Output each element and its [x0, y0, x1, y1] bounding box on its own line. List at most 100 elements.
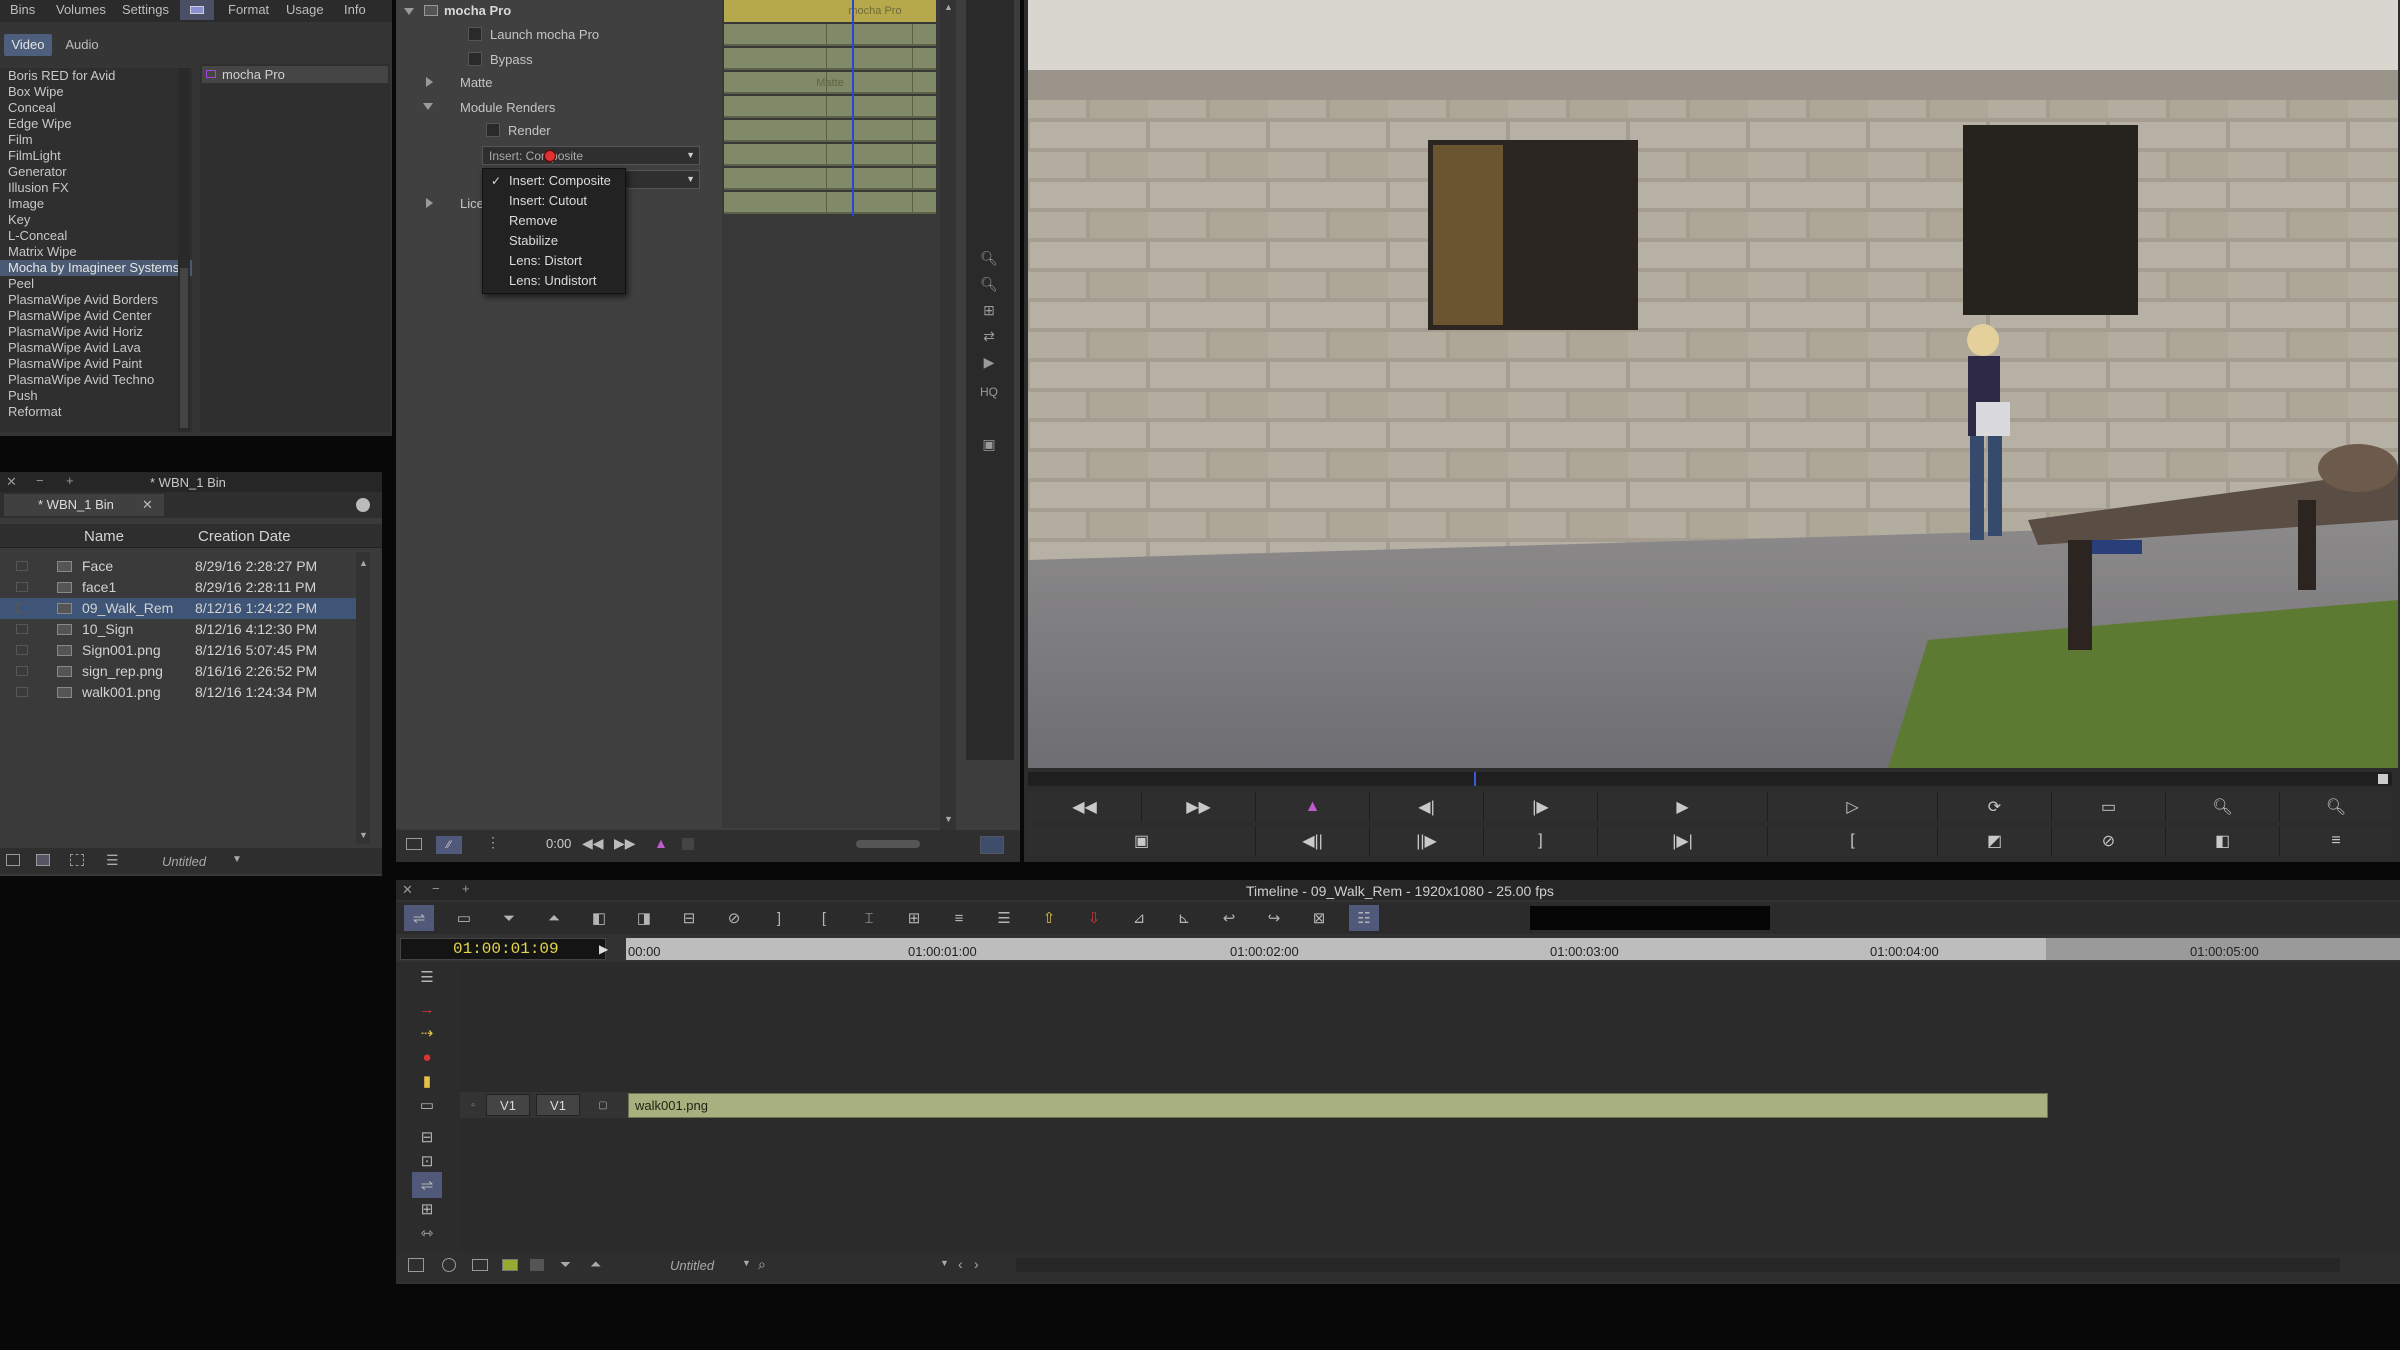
bin-row[interactable]: 09_Walk_Rem 8/12/16 1:24:22 PM	[0, 598, 358, 619]
keyframe-row-mocha[interactable]: mocha Pro	[724, 0, 936, 22]
track-menu-icon[interactable]: ☰	[412, 964, 442, 990]
yellow-marker-icon[interactable]: ▮	[412, 1068, 442, 1094]
frame-icon[interactable]: ▣	[968, 432, 1010, 456]
keyframe-row[interactable]	[724, 192, 936, 214]
lift-icon[interactable]: ⏷	[560, 1256, 571, 1273]
timecode-display[interactable]: 01:00:01:09 ▶	[400, 938, 608, 960]
mark-out-icon[interactable]: ]	[764, 905, 794, 931]
play-in-out-icon[interactable]: ▷	[1768, 792, 1938, 822]
zoom-scroll-bar[interactable]	[1180, 1258, 2340, 1272]
effect-list[interactable]: mocha Pro	[200, 64, 390, 432]
segment-icon[interactable]: ⊟	[412, 1124, 442, 1150]
brief-view-icon[interactable]	[6, 854, 20, 866]
toggle-source-icon[interactable]	[442, 1258, 456, 1272]
hq-button[interactable]: HQ	[968, 380, 1010, 404]
tab-volumes[interactable]: Volumes	[46, 0, 116, 20]
shuttle-forward-icon[interactable]: ||▶	[1370, 826, 1484, 856]
effect-category-item[interactable]: Conceal	[0, 100, 192, 116]
close-icon[interactable]: ✕	[6, 474, 17, 490]
effect-category-item[interactable]: FilmLight	[0, 148, 192, 164]
zoom-in-icon[interactable]: 🔍︎	[2280, 792, 2392, 822]
disable-icon[interactable]: ⊘	[2052, 826, 2166, 856]
loop-icon[interactable]: ⟳	[1938, 792, 2052, 822]
reverse-icon[interactable]: ↩	[1214, 905, 1244, 931]
trim-icon[interactable]: ⊾	[1169, 905, 1199, 931]
clear-marks-icon[interactable]: ⊞	[899, 905, 929, 931]
link-icon[interactable]: ⇿	[412, 1220, 442, 1246]
mark-clip-icon[interactable]: ▲	[1256, 792, 1370, 822]
effect-category-item[interactable]: Generator	[0, 164, 192, 180]
grid-icon[interactable]: ⊞	[968, 298, 1010, 322]
menu-item-stabilize[interactable]: Stabilize	[483, 231, 625, 251]
track-monitor-icon[interactable]: ▢	[590, 1094, 616, 1116]
tab-settings[interactable]: Settings	[112, 0, 179, 20]
search-icon[interactable]: ⌕	[758, 1256, 766, 1273]
tab-info[interactable]: Info	[334, 0, 376, 20]
fullscreen-icon[interactable]: ▭	[2052, 792, 2166, 822]
collapse-icon[interactable]: ⊠	[1304, 905, 1334, 931]
monitor-icon[interactable]: ▭	[412, 1092, 442, 1118]
zoom-out-icon[interactable]: 🔍︎	[968, 272, 1010, 296]
effect-category-item[interactable]: Illusion FX	[0, 180, 192, 196]
chevron-down-icon[interactable]: ▼	[232, 854, 242, 865]
bin-row[interactable]: 10_Sign 8/12/16 4:12:30 PM	[0, 619, 358, 640]
plus-icon[interactable]: +	[66, 473, 74, 488]
replace-icon[interactable]: ⊟	[674, 905, 704, 931]
monitor-icon[interactable]	[472, 1259, 488, 1271]
zoom-out-icon[interactable]: 🔍︎	[2166, 792, 2280, 822]
effect-category-item[interactable]: Peel	[0, 276, 192, 292]
layout-icon[interactable]: ⊞	[412, 1196, 442, 1222]
subtab-audio[interactable]: Audio	[56, 34, 108, 56]
ripple-icon[interactable]: ☰	[989, 905, 1019, 931]
menu-item-remove[interactable]: Remove	[483, 211, 625, 231]
keyframe-row[interactable]	[724, 24, 936, 46]
source-track-v1[interactable]: V1	[486, 1094, 530, 1116]
extract-icon[interactable]: ⏶	[539, 905, 569, 931]
splice-in-icon[interactable]: ◧	[584, 905, 614, 931]
script-view-icon[interactable]: ☰	[106, 852, 119, 869]
settings-icon[interactable]: ⇌	[412, 1172, 442, 1198]
disable-icon[interactable]: ⊘	[719, 905, 749, 931]
col-creation-date[interactable]: Creation Date	[198, 528, 291, 545]
tab-usage[interactable]: Usage	[276, 0, 334, 20]
tab-bins[interactable]: Bins	[0, 0, 45, 20]
effect-category-list[interactable]: Boris RED for Avid Box Wipe Conceal Edge Wi…	[0, 68, 192, 432]
step-forward-icon[interactable]: |▶	[1484, 792, 1598, 822]
effect-category-item[interactable]: PlasmaWipe Avid Horiz	[0, 324, 192, 340]
tab-format[interactable]: Format	[218, 0, 279, 20]
keyframe-row[interactable]	[724, 168, 936, 190]
effect-category-item[interactable]: Push	[0, 388, 192, 404]
red-arrow-icon[interactable]: →	[412, 996, 442, 1022]
col-name[interactable]: Name	[84, 528, 124, 545]
launch-checkbox[interactable]	[468, 27, 482, 41]
play-icon[interactable]: ▶	[968, 350, 1010, 374]
effect-category-item[interactable]: Key	[0, 212, 192, 228]
tab-effects[interactable]	[180, 0, 214, 20]
square-icon[interactable]	[530, 1259, 544, 1271]
chevron-down-icon[interactable]: ▼	[940, 1258, 949, 1268]
handle-icon[interactable]: ⋮	[486, 834, 500, 851]
editor-scrollbar[interactable]: ▲ ▼	[940, 0, 956, 830]
effect-category-item[interactable]: Image	[0, 196, 192, 212]
extract-red-icon[interactable]: ⇩	[1079, 905, 1109, 931]
effect-category-item[interactable]: PlasmaWipe Avid Lava	[0, 340, 192, 356]
sync-icon[interactable]: ▣	[1028, 826, 1256, 856]
menu-item-insert-composite[interactable]: ✓ Insert: Composite	[483, 171, 625, 191]
forward-icon[interactable]: ↪	[1259, 905, 1289, 931]
graph-icon[interactable]	[980, 836, 1004, 854]
keyframe-row[interactable]	[724, 48, 936, 70]
lift-yellow-icon[interactable]: ⇧	[1034, 905, 1064, 931]
play-icon[interactable]: ▶	[1598, 792, 1768, 822]
bin-row[interactable]: face1 8/29/16 2:28:11 PM	[0, 577, 358, 598]
mark-in-icon[interactable]: [	[809, 905, 839, 931]
bin-view-label[interactable]: Untitled	[162, 854, 206, 869]
red-record-icon[interactable]: ●	[412, 1044, 442, 1070]
zoom-in-icon[interactable]: 🔍︎	[968, 246, 1010, 270]
chevron-down-icon[interactable]: ▼	[742, 1258, 751, 1268]
track-menu-icon[interactable]: ☷	[1349, 905, 1379, 931]
bin-tab[interactable]: * WBN_1 Bin ✕	[4, 494, 164, 516]
record-track-v1[interactable]: V1	[536, 1094, 580, 1116]
keyframe-mode-icon[interactable]: ⁄⁄	[436, 836, 462, 854]
effect-category-item[interactable]: Mocha by Imagineer Systems	[0, 260, 192, 276]
effect-category-item[interactable]: Film	[0, 132, 192, 148]
